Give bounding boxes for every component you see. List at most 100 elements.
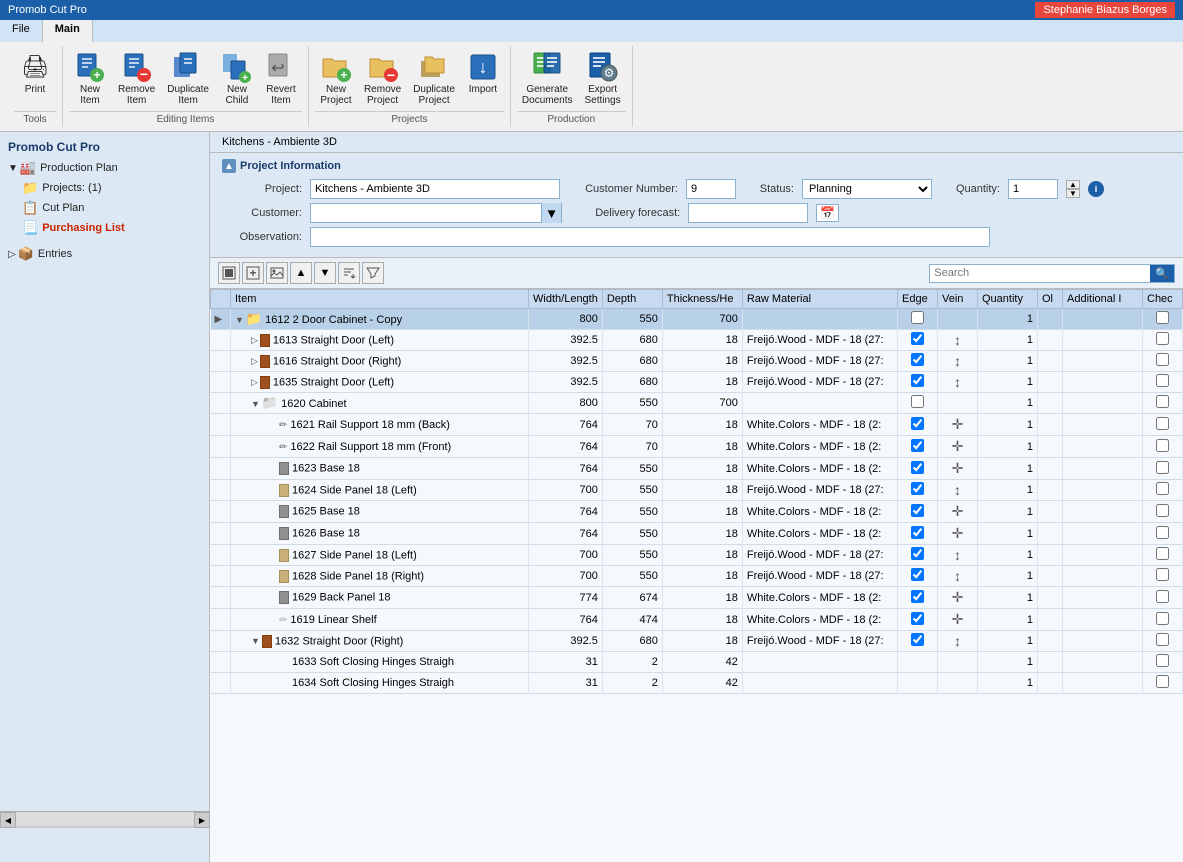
- th-check[interactable]: Chec: [1143, 290, 1183, 309]
- row-expand-btn[interactable]: ▼: [235, 315, 244, 325]
- edge-checkbox[interactable]: [911, 526, 924, 539]
- edge-checkbox[interactable]: [911, 311, 924, 324]
- sidebar-item-entries[interactable]: ▷ 📦 Entries: [0, 244, 209, 264]
- th-edge[interactable]: Edge: [898, 290, 938, 309]
- tab-main[interactable]: Main: [43, 20, 93, 42]
- toolbar-add[interactable]: +: [242, 262, 264, 284]
- row-check-cell: [1143, 436, 1183, 458]
- spin-up[interactable]: ▲: [1066, 180, 1080, 189]
- remove-item-button[interactable]: − RemoveItem: [113, 48, 160, 109]
- export-settings-button[interactable]: ⚙ ExportSettings: [579, 48, 625, 109]
- edge-checkbox[interactable]: [911, 439, 924, 452]
- th-ol[interactable]: Ol: [1038, 290, 1063, 309]
- check-checkbox[interactable]: [1156, 482, 1169, 495]
- th-material[interactable]: Raw Material: [742, 290, 897, 309]
- th-qty[interactable]: Quantity: [978, 290, 1038, 309]
- sidebar-item-projects[interactable]: 📁 Projects: (1): [0, 178, 209, 198]
- sidebar-scroll-left[interactable]: ◀: [0, 812, 16, 828]
- edge-checkbox[interactable]: [911, 332, 924, 345]
- observation-input[interactable]: [310, 227, 990, 247]
- check-checkbox[interactable]: [1156, 417, 1169, 430]
- edge-checkbox[interactable]: [911, 417, 924, 430]
- check-checkbox[interactable]: [1156, 353, 1169, 366]
- calendar-button[interactable]: 📅: [816, 204, 839, 222]
- check-checkbox[interactable]: [1156, 311, 1169, 324]
- row-item-cell: 1633 Soft Closing Hinges Straigh: [231, 652, 529, 673]
- check-checkbox[interactable]: [1156, 374, 1169, 387]
- sidebar-item-production-plan[interactable]: ▼ 🏭 Production Plan: [0, 158, 209, 178]
- toolbar-filter[interactable]: [362, 262, 384, 284]
- toolbar-sort[interactable]: [338, 262, 360, 284]
- check-checkbox[interactable]: [1156, 612, 1169, 625]
- info-button[interactable]: i: [1088, 181, 1104, 197]
- revert-item-button[interactable]: ↩ RevertItem: [260, 48, 302, 109]
- customer-dropdown[interactable]: ▼: [541, 203, 561, 223]
- status-select[interactable]: Planning In Progress Done: [802, 179, 932, 199]
- project-input[interactable]: [310, 179, 560, 199]
- quantity-input[interactable]: [1008, 179, 1058, 199]
- sidebar-scroll-right[interactable]: ▶: [194, 812, 210, 828]
- check-checkbox[interactable]: [1156, 654, 1169, 667]
- duplicate-item-button[interactable]: DuplicateItem: [162, 48, 214, 109]
- toolbar-up[interactable]: ▲: [290, 262, 312, 284]
- sidebar-item-cut-plan[interactable]: 📋 Cut Plan: [0, 198, 209, 218]
- check-checkbox[interactable]: [1156, 590, 1169, 603]
- table-wrapper[interactable]: Item Width/Length Depth Thickness/He Raw…: [210, 289, 1183, 862]
- check-checkbox[interactable]: [1156, 568, 1169, 581]
- row-expand-btn[interactable]: ▷: [251, 377, 258, 387]
- new-item-button[interactable]: + NewItem: [69, 48, 111, 109]
- tab-file[interactable]: File: [0, 20, 43, 42]
- row-expand-btn[interactable]: ▷: [251, 335, 258, 345]
- edge-checkbox[interactable]: [911, 504, 924, 517]
- check-checkbox[interactable]: [1156, 526, 1169, 539]
- check-checkbox[interactable]: [1156, 675, 1169, 688]
- edge-checkbox[interactable]: [911, 374, 924, 387]
- quantity-spinner[interactable]: ▲ ▼: [1066, 180, 1080, 198]
- customer-number-input[interactable]: [686, 179, 736, 199]
- customer-input[interactable]: [311, 207, 541, 219]
- collapse-button[interactable]: ▲: [222, 159, 236, 173]
- edge-checkbox[interactable]: [911, 395, 924, 408]
- sidebar-scroll-track[interactable]: [16, 812, 194, 826]
- th-thickness[interactable]: Thickness/He: [662, 290, 742, 309]
- row-expand-btn[interactable]: ▼: [251, 399, 260, 409]
- duplicate-project-button[interactable]: DuplicateProject: [408, 48, 460, 109]
- edge-checkbox[interactable]: [911, 612, 924, 625]
- th-depth[interactable]: Depth: [602, 290, 662, 309]
- th-item[interactable]: Item: [231, 290, 529, 309]
- check-checkbox[interactable]: [1156, 439, 1169, 452]
- check-checkbox[interactable]: [1156, 395, 1169, 408]
- toolbar-image[interactable]: [266, 262, 288, 284]
- sidebar-item-purchasing-list[interactable]: 📃 Purchasing List: [0, 218, 209, 238]
- check-checkbox[interactable]: [1156, 332, 1169, 345]
- edge-checkbox[interactable]: [911, 353, 924, 366]
- search-input[interactable]: [930, 265, 1150, 281]
- row-expand-btn[interactable]: ▷: [251, 356, 258, 366]
- spin-down[interactable]: ▼: [1066, 189, 1080, 198]
- th-width[interactable]: Width/Length: [529, 290, 603, 309]
- delivery-forecast-input[interactable]: [688, 203, 808, 223]
- search-button[interactable]: 🔍: [1150, 265, 1174, 282]
- edge-checkbox[interactable]: [911, 461, 924, 474]
- edge-checkbox[interactable]: [911, 547, 924, 560]
- edge-checkbox[interactable]: [911, 482, 924, 495]
- new-project-button[interactable]: + NewProject: [315, 48, 357, 109]
- generate-documents-button[interactable]: GenerateDocuments: [517, 48, 578, 109]
- th-vein[interactable]: Vein: [938, 290, 978, 309]
- check-checkbox[interactable]: [1156, 504, 1169, 517]
- check-checkbox[interactable]: [1156, 461, 1169, 474]
- row-expand-btn[interactable]: ▼: [251, 636, 260, 646]
- toolbar-down[interactable]: ▼: [314, 262, 336, 284]
- print-button[interactable]: 🖨 Print: [14, 48, 56, 98]
- check-checkbox[interactable]: [1156, 547, 1169, 560]
- toolbar-select-all[interactable]: [218, 262, 240, 284]
- th-additional[interactable]: Additional I: [1063, 290, 1143, 309]
- project-info-header[interactable]: ▲ Project Information: [222, 159, 1171, 173]
- import-button[interactable]: ↓ Import: [462, 48, 504, 98]
- remove-project-button[interactable]: − RemoveProject: [359, 48, 406, 109]
- edge-checkbox[interactable]: [911, 568, 924, 581]
- edge-checkbox[interactable]: [911, 633, 924, 646]
- edge-checkbox[interactable]: [911, 590, 924, 603]
- new-child-button[interactable]: + NewChild: [216, 48, 258, 109]
- check-checkbox[interactable]: [1156, 633, 1169, 646]
